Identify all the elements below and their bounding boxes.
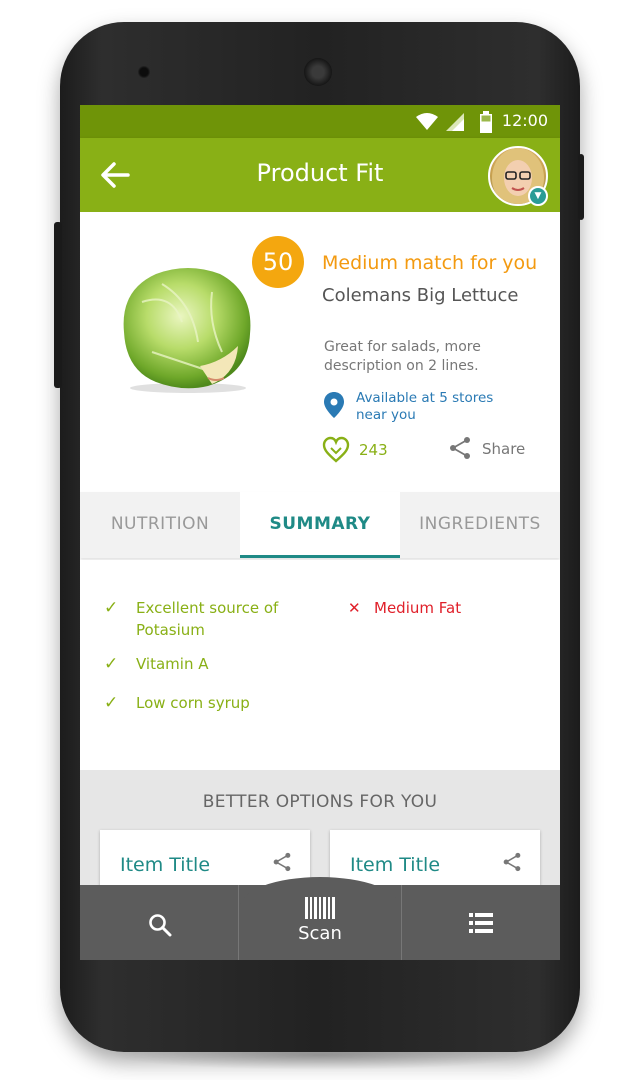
scan-button[interactable]: Scan bbox=[240, 885, 400, 960]
list-button[interactable] bbox=[402, 885, 560, 960]
check-icon: ✓ bbox=[104, 598, 119, 618]
summary-panel: ✓ Excellent source of Potasium ✓ Vitamin… bbox=[80, 560, 560, 770]
front-camera bbox=[138, 66, 150, 78]
map-pin-icon bbox=[324, 392, 344, 418]
heart-icon[interactable] bbox=[322, 436, 350, 464]
product-name: Colemans Big Lettuce bbox=[322, 285, 519, 306]
search-icon bbox=[149, 914, 172, 937]
likes-count: 243 bbox=[359, 441, 388, 459]
status-bar: 12:00 bbox=[80, 105, 560, 138]
share-label[interactable]: Share bbox=[482, 440, 525, 458]
negative-text: Medium Fat bbox=[374, 599, 462, 617]
signal-icon bbox=[446, 113, 464, 131]
share-icon[interactable] bbox=[272, 852, 292, 872]
check-icon: ✓ bbox=[104, 693, 119, 713]
check-icon: ✓ bbox=[104, 654, 119, 674]
cross-icon: ✕ bbox=[348, 599, 361, 617]
card-title: Item Title bbox=[350, 854, 441, 876]
screen: 12:00 Product Fit ▼ 50 Medium match for … bbox=[80, 105, 560, 960]
app-bar: Product Fit ▼ bbox=[80, 138, 560, 212]
wifi-icon bbox=[416, 113, 438, 130]
barcode-icon bbox=[305, 897, 335, 919]
match-score-badge: 50 bbox=[252, 236, 304, 288]
tab-summary[interactable]: SUMMARY bbox=[240, 492, 400, 558]
earpiece-speaker bbox=[304, 58, 332, 86]
tab-ingredients[interactable]: INGREDIENTS bbox=[400, 492, 560, 558]
product-card: 50 Medium match for you Colemans Big Let… bbox=[80, 212, 560, 492]
positive-text: Low corn syrup bbox=[136, 694, 250, 712]
status-time: 12:00 bbox=[501, 111, 548, 130]
share-icon[interactable] bbox=[502, 852, 522, 872]
volume-button bbox=[54, 222, 62, 388]
account-dropdown-icon[interactable]: ▼ bbox=[528, 186, 548, 206]
product-description: Great for salads, more description on 2 … bbox=[324, 339, 481, 374]
nav-divider bbox=[238, 885, 239, 960]
availability-link[interactable]: Available at 5 stores near you bbox=[356, 390, 526, 424]
match-label: Medium match for you bbox=[322, 252, 538, 274]
tab-nutrition[interactable]: NUTRITION bbox=[80, 492, 240, 558]
tab-bar: NUTRITION SUMMARY INGREDIENTS bbox=[80, 492, 560, 558]
positive-text: Excellent source of Potasium bbox=[136, 599, 279, 639]
share-icon[interactable] bbox=[448, 436, 472, 460]
positive-text: Vitamin A bbox=[136, 655, 209, 673]
search-button[interactable] bbox=[80, 885, 238, 960]
section-header: BETTER OPTIONS FOR YOU bbox=[202, 792, 438, 812]
power-button bbox=[578, 154, 584, 220]
battery-icon bbox=[480, 111, 492, 133]
list-icon bbox=[469, 913, 493, 933]
card-title: Item Title bbox=[120, 854, 211, 876]
scan-label: Scan bbox=[298, 923, 342, 944]
product-image bbox=[123, 268, 251, 393]
